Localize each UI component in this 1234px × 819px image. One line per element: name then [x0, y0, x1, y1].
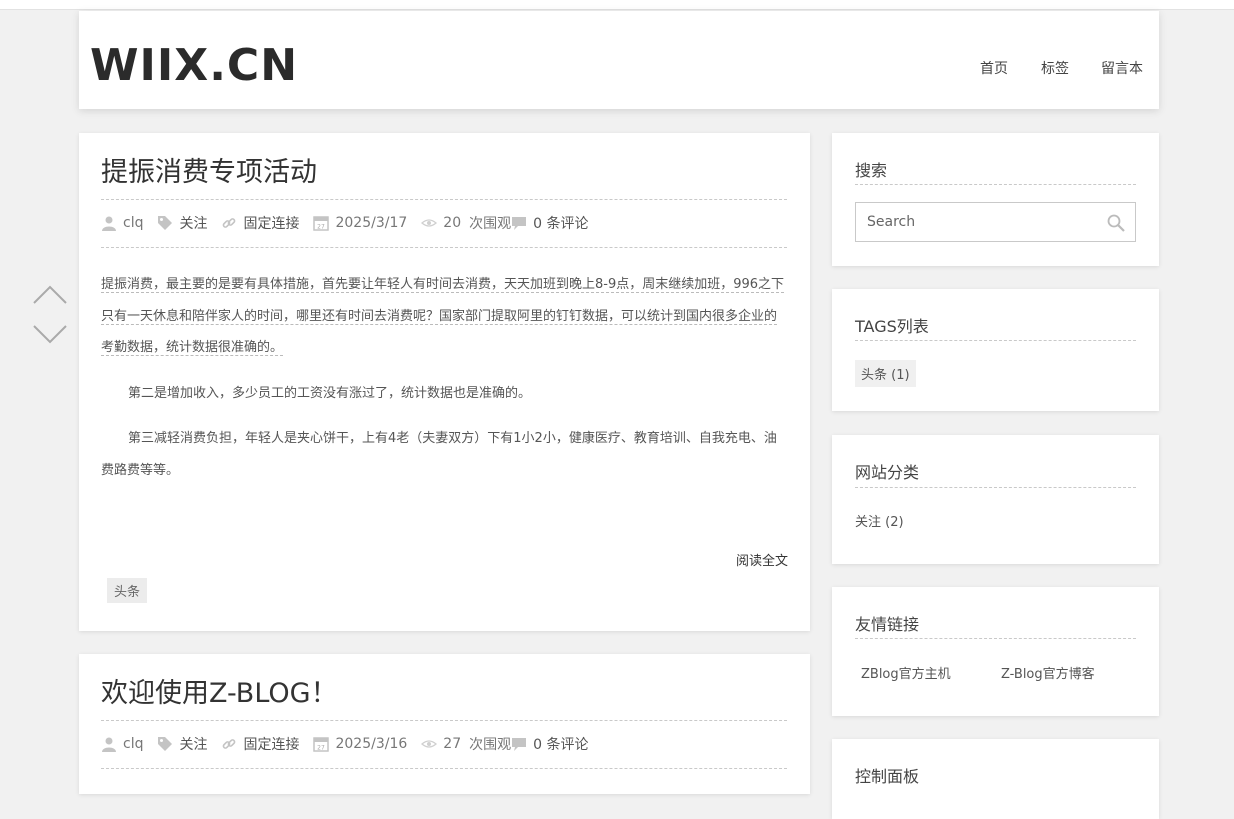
- category-link[interactable]: 关注 (2): [855, 511, 904, 530]
- widget-title: 搜索: [855, 161, 888, 180]
- post-category[interactable]: 关注: [179, 213, 207, 233]
- post-comments[interactable]: 0 条评论: [533, 213, 588, 233]
- post-date: 2025/3/17: [335, 215, 408, 231]
- control-panel-widget: 控制面板: [832, 739, 1159, 819]
- links-widget: 友情链接 ZBlog官方主机 Z-Blog官方博客: [832, 587, 1159, 716]
- post-meta: clq 关注 固定连接 27 2025/3/16 27 次围观 0 条评论: [101, 734, 602, 754]
- user-icon: [102, 737, 116, 752]
- post-date: 2025/3/16: [335, 736, 408, 752]
- post-title[interactable]: 提振消费专项活动: [101, 156, 317, 190]
- tag-icon: [158, 216, 173, 230]
- post-card: 欢迎使用Z-BLOG！ clq 关注 固定连接 27 2025/3/16 27 …: [79, 654, 810, 794]
- post-paragraph: 第三减轻消费负担，年轻人是夹心饼干，上有4老（夫妻双方）下有1小2小，健康医疗、…: [101, 431, 777, 478]
- post-tag[interactable]: 头条: [107, 578, 148, 603]
- post-author[interactable]: clq: [123, 736, 143, 752]
- link-icon: [223, 218, 236, 228]
- post-permalink[interactable]: 固定连接: [243, 734, 299, 754]
- eye-icon: [421, 740, 438, 748]
- search-widget: 搜索: [832, 133, 1159, 266]
- top-border: [0, 0, 1234, 10]
- nav-guestbook-link[interactable]: 留言本: [1101, 58, 1143, 78]
- divider: [855, 638, 1136, 639]
- divider: [101, 768, 787, 769]
- post-author[interactable]: clq: [123, 215, 143, 231]
- widget-title: TAGS列表: [855, 317, 929, 336]
- user-icon: [102, 216, 116, 231]
- post-views-label: 次围观: [469, 737, 512, 753]
- post-paragraph: 第二是增加收入，多少员工的工资没有涨过了，统计数据也是准确的。: [128, 385, 532, 401]
- widget-title: 网站分类: [855, 463, 920, 482]
- post-comments[interactable]: 0 条评论: [533, 734, 588, 754]
- tags-widget: TAGS列表 头条 (1): [832, 289, 1159, 411]
- categories-widget: 网站分类 关注 (2): [832, 435, 1159, 564]
- post-card: 提振消费专项活动 clq 关注 固定连接 27 2025/3/17 20 次围观…: [79, 133, 810, 631]
- widget-title: 友情链接: [855, 615, 920, 634]
- widget-title: 控制面板: [855, 767, 920, 786]
- chevron-up-icon[interactable]: [32, 284, 68, 306]
- svg-text:27: 27: [318, 745, 326, 752]
- search-icon[interactable]: [1107, 214, 1125, 232]
- post-title[interactable]: 欢迎使用Z-BLOG！: [101, 677, 338, 711]
- post-category[interactable]: 关注: [179, 734, 207, 754]
- svg-text:27: 27: [318, 224, 326, 231]
- divider: [855, 340, 1136, 341]
- friend-link[interactable]: ZBlog官方主机: [861, 663, 951, 682]
- divider: [855, 184, 1136, 185]
- chevron-down-icon[interactable]: [32, 323, 68, 345]
- link-icon: [223, 739, 236, 749]
- post-meta: clq 关注 固定连接 27 2025/3/17 20 次围观 0 条评论: [101, 213, 602, 233]
- comment-icon: [512, 217, 527, 230]
- search-input[interactable]: [856, 203, 1118, 241]
- post-permalink[interactable]: 固定连接: [243, 213, 299, 233]
- calendar-icon: 27: [313, 216, 330, 231]
- nav-home-link[interactable]: 首页: [980, 58, 1008, 78]
- nav-tags-link[interactable]: 标签: [1041, 58, 1069, 78]
- post-views: 20: [443, 215, 462, 231]
- site-header: WIIX.CN 首页 标签 留言本: [79, 11, 1159, 109]
- comment-icon: [512, 738, 527, 751]
- post-views-label: 次围观: [469, 216, 512, 232]
- search-box: [855, 202, 1136, 242]
- tag-chip[interactable]: 头条 (1): [855, 360, 916, 387]
- divider: [101, 247, 787, 248]
- calendar-icon: 27: [313, 737, 330, 752]
- site-logo[interactable]: WIIX.CN: [90, 41, 298, 91]
- post-content: 提振消费，最主要的是要有具体措施，首先要让年轻人有时间去消费，天天加班到晚上8-…: [101, 269, 787, 486]
- post-paragraph: 提振消费，最主要的是要有具体措施，首先要让年轻人有时间去消费，天天加班到晚上8-…: [101, 277, 785, 356]
- divider: [101, 720, 787, 721]
- divider: [855, 487, 1136, 488]
- divider: [101, 199, 787, 200]
- post-views: 27: [443, 736, 462, 752]
- read-more-link[interactable]: 阅读全文: [736, 550, 788, 569]
- eye-icon: [421, 219, 438, 227]
- friend-link[interactable]: Z-Blog官方博客: [1001, 663, 1095, 682]
- tag-icon: [158, 737, 173, 751]
